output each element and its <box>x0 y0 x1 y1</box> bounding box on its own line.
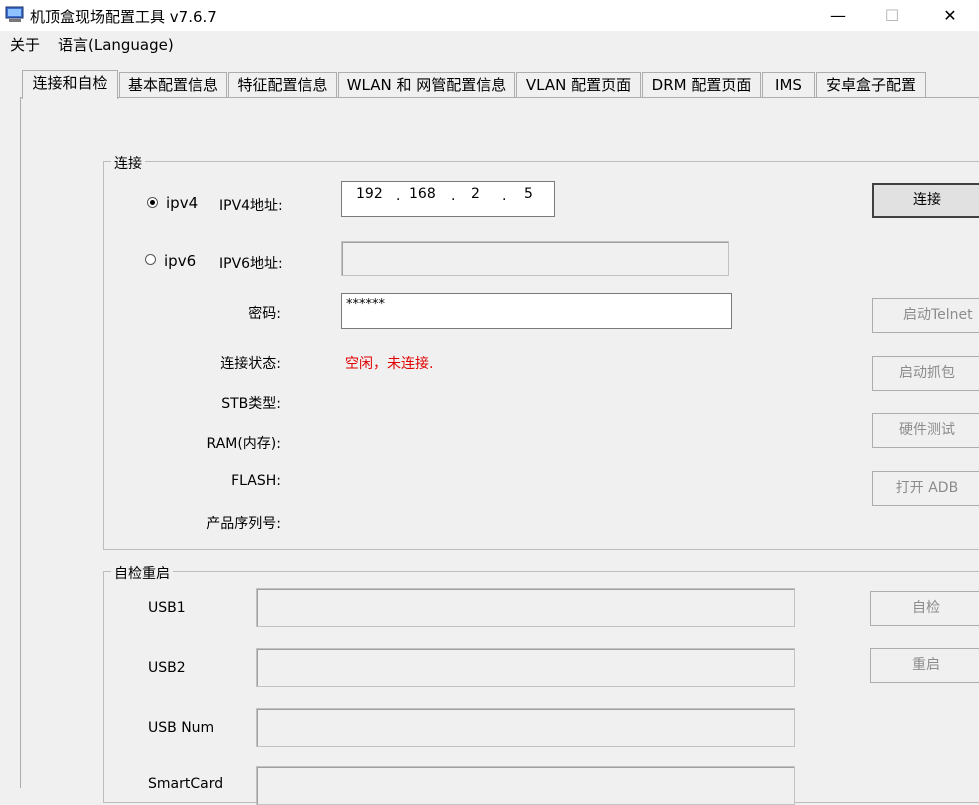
ipv6-address-input[interactable] <box>341 241 729 276</box>
tab-strip: 连接和自检 基本配置信息 特征配置信息 WLAN 和 网管配置信息 VLAN 配… <box>22 70 979 99</box>
close-button[interactable]: ✕ <box>927 0 973 31</box>
tab-connect-selftest[interactable]: 连接和自检 <box>22 70 118 99</box>
window-title: 机顶盒现场配置工具 v7.6.7 <box>30 8 217 26</box>
serial-number-label: 产品序列号: <box>206 516 281 532</box>
tab-wlan-config[interactable]: WLAN 和 网管配置信息 <box>338 72 515 97</box>
ipv6-address-label: IPV6地址: <box>219 256 283 272</box>
ipv4-dot: . <box>396 188 401 204</box>
connection-status-label: 连接状态: <box>220 356 281 372</box>
title-bar: 机顶盒现场配置工具 v7.6.7 — ☐ ✕ <box>0 0 979 31</box>
tab-drm-config[interactable]: DRM 配置页面 <box>642 72 761 97</box>
ipv4-octet-4: 5 <box>524 186 533 202</box>
smartcard-label: SmartCard <box>148 776 224 792</box>
ipv4-octet-2: 168 <box>409 186 436 202</box>
ipv4-octet-3: 2 <box>471 186 480 202</box>
start-telnet-button[interactable]: 启动Telnet <box>872 298 979 333</box>
tab-basic-config[interactable]: 基本配置信息 <box>119 72 227 97</box>
tab-android-config[interactable]: 安卓盒子配置 <box>816 72 926 97</box>
ipv4-radio[interactable] <box>147 197 158 208</box>
tab-feature-config[interactable]: 特征配置信息 <box>228 72 337 97</box>
connect-button[interactable]: 连接 <box>872 183 979 218</box>
reboot-button[interactable]: 重启 <box>870 648 979 683</box>
ipv4-dot: . <box>502 188 507 204</box>
smartcard-field <box>256 766 795 805</box>
flash-label: FLASH: <box>231 473 281 489</box>
connection-status-value: 空闲，未连接. <box>345 356 434 372</box>
tab-vlan-config[interactable]: VLAN 配置页面 <box>516 72 641 97</box>
password-input[interactable]: ****** <box>341 293 732 329</box>
usb1-field <box>256 588 795 627</box>
ram-label: RAM(内存): <box>206 436 281 452</box>
start-capture-button[interactable]: 启动抓包 <box>872 356 979 391</box>
password-label: 密码: <box>248 306 281 322</box>
selftest-group-label: 自检重启 <box>111 563 173 583</box>
ipv4-option-label[interactable]: ipv4 <box>166 194 198 212</box>
stb-type-label: STB类型: <box>221 396 281 412</box>
usb2-field <box>256 648 795 687</box>
app-monitor-icon <box>5 6 25 23</box>
ipv4-octet-1: 192 <box>356 186 383 202</box>
usb-num-field <box>256 708 795 747</box>
ipv4-dot: . <box>451 188 456 204</box>
ipv6-option-label[interactable]: ipv6 <box>164 252 196 270</box>
ipv6-radio[interactable] <box>145 254 156 265</box>
connection-group-label: 连接 <box>111 153 145 173</box>
selfcheck-button[interactable]: 自检 <box>870 591 979 626</box>
usb2-label: USB2 <box>148 660 186 676</box>
minimize-button[interactable]: — <box>815 0 861 31</box>
menu-language[interactable]: 语言(Language) <box>58 34 174 55</box>
ipv4-address-input[interactable]: 192 . 168 . 2 . 5 <box>341 181 555 217</box>
hardware-test-button[interactable]: 硬件测试 <box>872 413 979 448</box>
open-adb-button[interactable]: 打开 ADB <box>872 471 979 506</box>
usb-num-label: USB Num <box>148 720 215 736</box>
tab-ims[interactable]: IMS <box>762 72 815 97</box>
menu-about[interactable]: 关于 <box>10 34 40 55</box>
ipv4-address-label: IPV4地址: <box>219 198 283 214</box>
maximize-button[interactable]: ☐ <box>869 0 915 31</box>
usb1-label: USB1 <box>148 600 186 616</box>
menu-bar: 关于 语言(Language) <box>0 31 979 55</box>
